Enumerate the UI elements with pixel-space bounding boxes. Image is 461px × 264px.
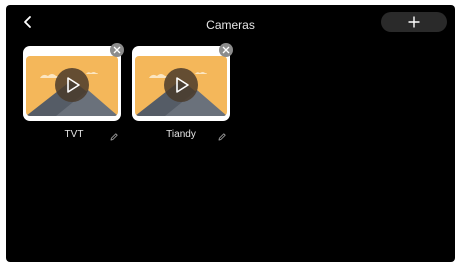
plus-icon bbox=[408, 16, 420, 28]
add-camera-button[interactable] bbox=[381, 12, 447, 32]
camera-thumbnail bbox=[26, 56, 118, 116]
pencil-icon bbox=[110, 133, 118, 141]
play-icon[interactable] bbox=[55, 68, 89, 102]
camera-card-tiandy[interactable] bbox=[132, 43, 233, 121]
pencil-icon bbox=[218, 133, 226, 141]
camera-name-label: TVT bbox=[64, 129, 84, 140]
close-icon bbox=[222, 46, 230, 54]
camera-card-tvt[interactable] bbox=[23, 43, 124, 121]
close-icon bbox=[113, 46, 121, 54]
cameras-screen: Cameras TVT Tiandy bbox=[6, 5, 455, 262]
edit-camera-name-button[interactable] bbox=[109, 129, 119, 141]
edit-camera-name-button[interactable] bbox=[217, 129, 227, 141]
play-icon[interactable] bbox=[164, 68, 198, 102]
camera-name-label: Tiandy bbox=[166, 129, 196, 140]
remove-camera-button[interactable] bbox=[219, 43, 233, 57]
camera-thumbnail bbox=[135, 56, 227, 116]
remove-camera-button[interactable] bbox=[110, 43, 124, 57]
